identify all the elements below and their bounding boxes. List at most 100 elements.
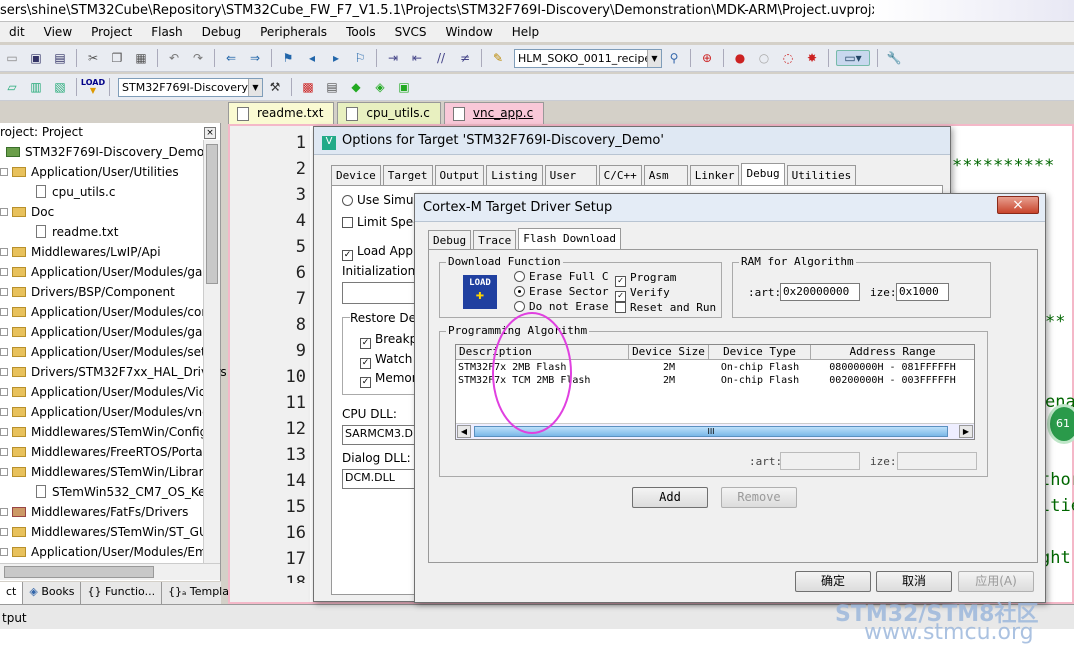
tab-debug[interactable]: Debug [741, 163, 785, 185]
back-icon[interactable]: ⇐ [222, 50, 240, 66]
tab-functions[interactable]: {} Functio... [81, 582, 163, 604]
tab-device[interactable]: Device [331, 165, 381, 187]
tree-item[interactable]: Application/User/Modules/garc [0, 322, 220, 342]
tab-utilities[interactable]: Utilities [786, 165, 857, 187]
next-bookmark-icon[interactable]: ▸ [327, 50, 345, 66]
debug-session-icon[interactable]: ⊕ [698, 50, 716, 66]
tab-output[interactable]: Output [434, 165, 485, 187]
remove-button[interactable]: Remove [721, 487, 797, 508]
init-file-input[interactable] [342, 282, 422, 304]
build-target-combo[interactable]: STM32F769I-Discovery_D ▼ [118, 77, 263, 97]
tree-item[interactable]: Application/User/Modules/gam [0, 262, 220, 282]
cut-icon[interactable]: ✂ [84, 50, 102, 66]
find-icon[interactable]: ⚲ [665, 50, 683, 66]
save-all-icon[interactable]: ▤ [51, 50, 69, 66]
pack-installer-icon[interactable]: ◈ [371, 79, 389, 95]
breakpoint-icon[interactable]: ● [731, 50, 749, 66]
tree-item[interactable]: STemWin532_CM7_OS_Keil_ [0, 482, 220, 502]
tree-item[interactable]: Middlewares/FatFs/Drivers [0, 502, 220, 522]
menu-peripherals[interactable]: Peripherals [251, 25, 337, 39]
tree-item[interactable]: Middlewares/FreeRTOS/Portabl [0, 442, 220, 462]
tab-target[interactable]: Target [382, 165, 433, 187]
paste-icon[interactable]: ▦ [132, 50, 150, 66]
save-icon[interactable]: ▣ [27, 50, 45, 66]
apply-button[interactable]: 应用(A) [958, 571, 1034, 592]
options-for-target-icon[interactable]: ⚒ [266, 79, 284, 95]
project-hscrollbar[interactable] [0, 563, 220, 580]
tree-item[interactable]: Application/User/Modules/Vide [0, 382, 220, 402]
tab-cpu-utils[interactable]: cpu_utils.c [337, 102, 441, 124]
verify-checkbox[interactable]: ✓ Verify [615, 286, 670, 302]
add-button[interactable]: Add [632, 487, 708, 508]
unindent-icon[interactable]: ⇤ [408, 50, 426, 66]
tree-item[interactable]: Application/User/Modules/vnc_ [0, 402, 220, 422]
program-checkbox[interactable]: ✓ Program [615, 271, 676, 287]
col-device-type[interactable]: Device Type [709, 345, 811, 359]
tree-item[interactable]: readme.txt [0, 222, 220, 242]
erase-full-chip-radio[interactable]: Erase Full C [514, 270, 608, 283]
tree-item[interactable]: Application/User/Utilities [0, 162, 220, 182]
load-icon[interactable]: LOAD ▼ [81, 79, 105, 95]
kill-breakpoints-icon[interactable]: ✸ [803, 50, 821, 66]
run-time-env-icon[interactable]: ▣ [395, 79, 413, 95]
reset-and-run-checkbox[interactable]: Reset and Run [615, 301, 716, 314]
configure-icon[interactable]: 🔧 [885, 50, 903, 66]
tree-item[interactable]: Doc [0, 202, 220, 222]
tree-item[interactable]: Middlewares/STemWin/Config [0, 422, 220, 442]
redo-icon[interactable]: ↷ [189, 50, 207, 66]
tab-project[interactable]: ct [0, 582, 24, 604]
tab-user[interactable]: User [544, 165, 597, 187]
disable-breakpoint-icon[interactable]: ○ [755, 50, 773, 66]
menu-view[interactable]: View [35, 25, 82, 39]
tab-asm[interactable]: Asm [643, 165, 688, 187]
cancel-button[interactable]: 取消 [876, 571, 952, 592]
menu-edit[interactable]: dit [0, 25, 35, 39]
find-combo[interactable]: HLM_SOKO_0011_recipe ▼ [514, 48, 662, 68]
window-layout-icon[interactable]: ▭▾ [836, 50, 870, 66]
tab-flash-download[interactable]: Flash Download [518, 228, 621, 250]
file-extensions-icon[interactable]: ▤ [323, 79, 341, 95]
tree-item[interactable]: Application/User/Modules/com [0, 302, 220, 322]
tab-readme[interactable]: readme.txt [228, 102, 335, 124]
use-simulator-option[interactable]: Use Simula [342, 193, 424, 207]
find-in-files-icon[interactable]: ✎ [489, 50, 507, 66]
tree-item[interactable]: Application/User/Modules/setti [0, 342, 220, 362]
comment-icon[interactable]: // [432, 50, 450, 66]
close-panel-icon[interactable]: × [204, 127, 216, 139]
tree-root[interactable]: STM32F769I-Discovery_Demo [0, 142, 220, 162]
cpu-dll-input[interactable]: SARMCM3.DL [342, 425, 422, 445]
tab-cc[interactable]: C/C++ [598, 165, 642, 187]
col-address-range[interactable]: Address Range [811, 345, 974, 359]
ram-size-input[interactable]: 0x1000 [896, 283, 949, 301]
menu-debug[interactable]: Debug [193, 25, 251, 39]
clear-bookmarks-icon[interactable]: ⚐ [351, 50, 369, 66]
col-device-size[interactable]: Device Size [629, 345, 709, 359]
rebuild-icon[interactable]: ▧ [51, 79, 69, 95]
build-icon[interactable]: ▥ [27, 79, 45, 95]
indent-icon[interactable]: ⇥ [384, 50, 402, 66]
undo-icon[interactable]: ↶ [165, 50, 183, 66]
copy-icon[interactable]: ❐ [108, 50, 126, 66]
project-vscrollbar[interactable] [203, 140, 220, 580]
tree-item[interactable]: Application/User/Modules/Emb [0, 542, 220, 562]
menu-project[interactable]: Project [82, 25, 142, 39]
dialog-dll-input[interactable]: DCM.DLL [342, 469, 422, 489]
tab-listing[interactable]: Listing [486, 165, 543, 187]
translate-icon[interactable]: ▱ [3, 79, 21, 95]
new-file-icon[interactable]: ▭ [3, 50, 21, 66]
disable-all-breakpoints-icon[interactable]: ◌ [779, 50, 797, 66]
tree-item[interactable]: Middlewares/STemWin/ST_GUI_ [0, 522, 220, 542]
scroll-right-icon[interactable]: ▶ [959, 425, 973, 438]
menu-tools[interactable]: Tools [337, 25, 386, 39]
menu-help[interactable]: Help [503, 25, 549, 39]
forward-icon[interactable]: ⇒ [246, 50, 264, 66]
close-icon[interactable]: × [997, 196, 1039, 214]
menu-svcs[interactable]: SVCS [386, 25, 437, 39]
manage-components-icon[interactable]: ▩ [299, 79, 317, 95]
tab-linker[interactable]: Linker [689, 165, 740, 187]
scroll-left-icon[interactable]: ◀ [457, 425, 471, 438]
erase-sectors-radio[interactable]: Erase Sector [514, 285, 608, 298]
bookmark-icon[interactable]: ⚑ [279, 50, 297, 66]
menu-window[interactable]: Window [436, 25, 502, 39]
prev-bookmark-icon[interactable]: ◂ [303, 50, 321, 66]
